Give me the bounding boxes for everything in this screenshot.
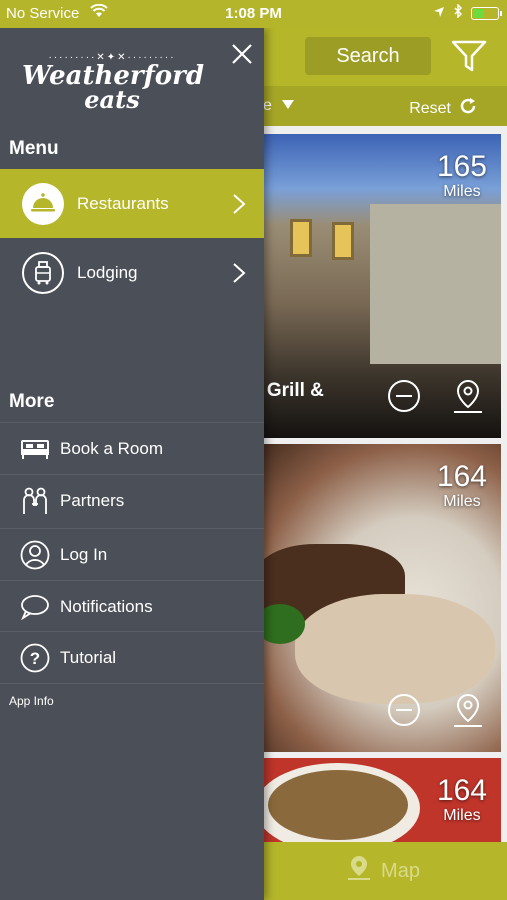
bluetooth-icon: [453, 3, 463, 22]
map-pin-icon: [347, 855, 371, 887]
filter-icon[interactable]: [449, 38, 489, 74]
distance-badge: 165 Miles: [436, 150, 487, 200]
distance-badge: 164 Miles: [436, 460, 487, 510]
more-item-label: Book a Room: [60, 438, 163, 458]
map-label: Map: [381, 859, 420, 882]
svg-text:?: ?: [30, 649, 40, 668]
location-arrow-icon: [433, 5, 445, 22]
remove-icon[interactable]: [387, 379, 421, 420]
search-button[interactable]: Search: [305, 37, 431, 75]
listing-photo: [370, 204, 501, 364]
listing-card[interactable]: 164 Miles: [250, 444, 501, 752]
menu-heading: Menu: [9, 138, 59, 159]
battery-icon: [471, 6, 502, 20]
chat-bubble-icon: [19, 591, 51, 623]
app-logo: ·········✕✦✕········· Weatherford eats: [22, 52, 204, 114]
map-pin-icon[interactable]: [451, 379, 485, 420]
listing-card[interactable]: 164 Miles: [250, 758, 501, 842]
close-icon[interactable]: [228, 40, 256, 68]
reset-label: Reset: [409, 99, 451, 117]
partners-icon: [19, 485, 51, 517]
more-item-label: Log In: [60, 544, 108, 564]
more-heading: More: [9, 391, 55, 412]
menu-item-label: Lodging: [77, 262, 138, 282]
chevron-down-icon: [282, 97, 295, 114]
more-item-notifications[interactable]: Notifications: [0, 580, 264, 632]
bed-icon: [19, 433, 51, 465]
more-item-label: Notifications: [60, 596, 153, 616]
more-item-tutorial[interactable]: ? Tutorial: [0, 631, 264, 683]
app-info-link[interactable]: App Info: [9, 694, 54, 708]
refresh-icon: [459, 97, 477, 120]
distance-badge: 164 Miles: [436, 774, 487, 824]
help-icon: ?: [19, 642, 51, 674]
map-pin-icon[interactable]: [451, 693, 485, 734]
more-item-log-in[interactable]: Log In: [0, 528, 264, 580]
battery-level: [473, 8, 484, 18]
more-item-book-a-room[interactable]: Book a Room: [0, 422, 264, 474]
chevron-right-icon: [232, 262, 246, 284]
logo-subtitle: eats: [84, 85, 140, 114]
remove-icon[interactable]: [387, 693, 421, 734]
more-item-label: Tutorial: [60, 647, 117, 667]
clock: 1:08 PM: [225, 5, 282, 22]
luggage-icon: [22, 251, 64, 294]
chevron-right-icon: [232, 193, 246, 215]
reset-button[interactable]: Reset: [409, 97, 477, 120]
status-bar: No Service 1:08 PM: [0, 0, 507, 28]
menu-item-restaurants[interactable]: Restaurants: [0, 169, 264, 238]
more-item-partners[interactable]: Partners: [0, 474, 264, 526]
menu-item-label: Restaurants: [77, 193, 169, 213]
side-drawer: ·········✕✦✕········· Weatherford eats M…: [0, 28, 264, 900]
menu-item-lodging[interactable]: Lodging: [0, 238, 264, 307]
listing-card[interactable]: 165 Miles n Grill &: [250, 134, 501, 438]
cloche-icon: [22, 182, 64, 225]
user-icon: [19, 539, 51, 571]
divider: [0, 683, 264, 684]
more-item-label: Partners: [60, 490, 125, 510]
